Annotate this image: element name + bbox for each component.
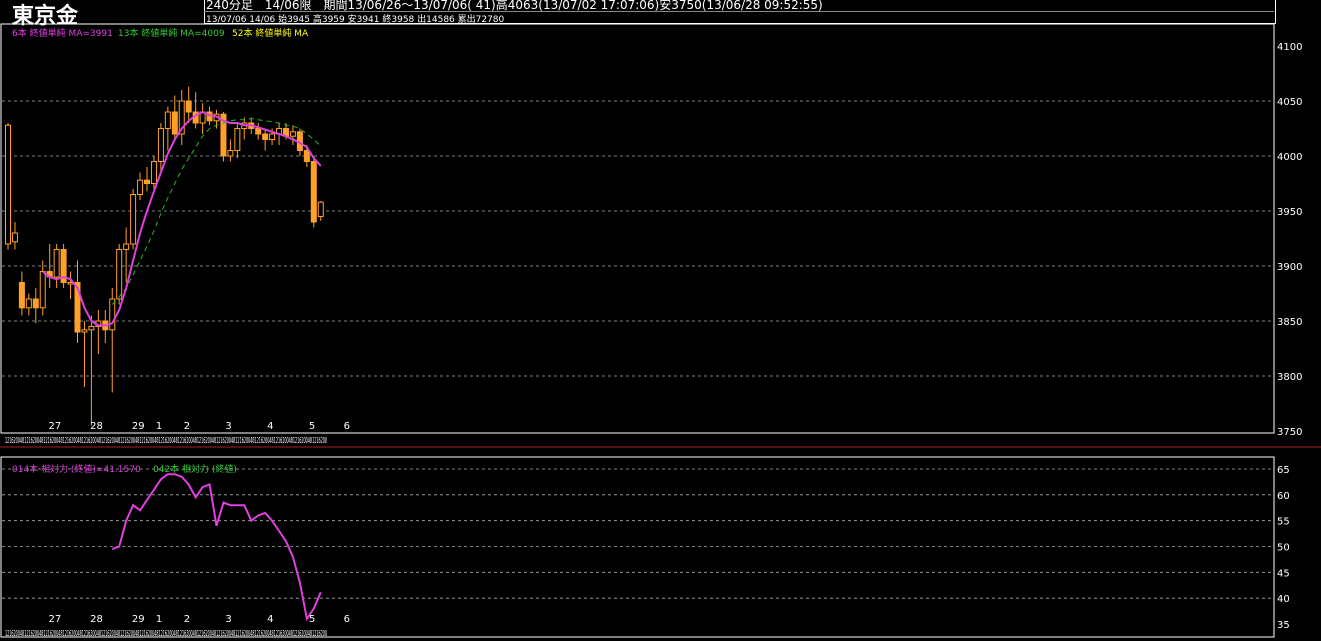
candle-body-down bbox=[262, 133, 269, 140]
main-legend-entry: 6本 終値単純 MA=3991 bbox=[12, 27, 113, 39]
price-panel-frame bbox=[0, 23, 1275, 434]
rsi-tick-label: 60 bbox=[1277, 491, 1290, 502]
price-day-label: 1 bbox=[156, 421, 162, 432]
rsi-hour-labels: 1216200481216200481216200481216200481216… bbox=[5, 629, 327, 638]
rsi-day-label: 29 bbox=[132, 614, 145, 625]
price-tick-label: 3850 bbox=[1277, 317, 1302, 328]
rsi-tick-label: 35 bbox=[1277, 620, 1290, 631]
price-day-label: 4 bbox=[267, 421, 273, 432]
rsi-day-label: 27 bbox=[48, 614, 61, 625]
sub-legend-entry: 014本 相対力 (終値)=41.1570 bbox=[12, 463, 141, 475]
candle-body-down bbox=[18, 282, 25, 309]
candle-body-up bbox=[234, 128, 241, 151]
candle-body-up bbox=[289, 131, 296, 137]
candle-body-down bbox=[144, 179, 150, 184]
candle-body-down bbox=[32, 298, 39, 309]
rsi-day-label: 1 bbox=[156, 614, 162, 625]
rsi-tick-label: 55 bbox=[1277, 517, 1290, 528]
price-tick-label: 3800 bbox=[1277, 372, 1302, 383]
ma13-line bbox=[111, 118, 322, 305]
price-day-label: 29 bbox=[132, 421, 145, 432]
candle-body-down bbox=[171, 111, 178, 135]
candle-body-up bbox=[39, 271, 46, 309]
price-hour-labels: 1216200481216200481216200481216200481216… bbox=[5, 436, 327, 445]
candle-body-down bbox=[310, 161, 317, 223]
sub-legend-entry: 042本 相対力 (終値) bbox=[153, 463, 237, 475]
candle-body-up bbox=[88, 326, 95, 331]
rsi-day-label: 6 bbox=[344, 614, 350, 625]
rsi-tick-label: 65 bbox=[1277, 465, 1290, 476]
chart-canvas: 375038003850390039504000405041006本 終値単純 … bbox=[0, 23, 1321, 638]
price-tick-label: 4100 bbox=[1277, 42, 1302, 53]
price-day-label: 2 bbox=[184, 421, 190, 432]
rsi-day-label: 2 bbox=[184, 614, 190, 625]
rsi-tick-label: 50 bbox=[1277, 543, 1290, 554]
candle-body-up bbox=[157, 128, 164, 162]
price-day-label: 28 bbox=[90, 421, 103, 432]
price-panel: 3750 3800 3850 3900 3950 4000 4050 4100 6本 終値単純 … bbox=[0, 23, 1321, 448]
candle-body-up bbox=[25, 298, 32, 309]
candle-body-up bbox=[116, 249, 123, 300]
price-tick-label: 3900 bbox=[1277, 262, 1302, 273]
price-day-label: 5 bbox=[309, 421, 315, 432]
candle-body-up bbox=[53, 249, 60, 278]
candle-body-up bbox=[123, 243, 130, 250]
rsi-day-label: 3 bbox=[225, 614, 231, 625]
candle-body-down bbox=[303, 150, 310, 162]
rsi-day-label: 28 bbox=[90, 614, 103, 625]
candle-body-up bbox=[109, 298, 116, 331]
rsi-tick-label: 45 bbox=[1277, 568, 1290, 579]
candle-body-up bbox=[269, 133, 276, 140]
candle-body-up bbox=[317, 201, 324, 217]
price-day-label: 3 bbox=[225, 421, 231, 432]
rsi-day-label: 4 bbox=[267, 614, 273, 625]
price-tick-label: 3750 bbox=[1277, 427, 1302, 438]
price-day-label: 27 bbox=[48, 421, 61, 432]
price-tick-label: 4000 bbox=[1277, 152, 1302, 163]
price-tick-label: 4050 bbox=[1277, 97, 1302, 108]
rsi-day-label: 5 bbox=[309, 614, 315, 625]
candle-body-up bbox=[81, 329, 88, 333]
candle-body-up bbox=[227, 150, 234, 157]
candle-body-up bbox=[11, 232, 18, 243]
rsi-tick-label: 40 bbox=[1277, 594, 1290, 605]
main-legend-entry: 13本 終値単純 MA=4009 bbox=[118, 27, 225, 39]
candle-body-down bbox=[185, 100, 192, 113]
candle-body-up bbox=[164, 111, 171, 129]
rsi14-line bbox=[111, 473, 322, 622]
rsi-panel: 35404550556065014本 相対力 (終値)=41.1570 042本 … bbox=[0, 456, 1290, 638]
candle-body-down bbox=[255, 128, 262, 135]
price-day-label: 6 bbox=[344, 421, 350, 432]
main-legend-entry: 52本 終値単純 MA bbox=[232, 27, 309, 39]
rsi-panel-frame bbox=[0, 456, 1275, 638]
candle-body-up bbox=[5, 124, 11, 245]
price-tick-label: 3950 bbox=[1277, 207, 1302, 218]
candle-body-up bbox=[137, 179, 144, 195]
candle-body-up bbox=[150, 161, 157, 184]
candle-body-up bbox=[130, 194, 137, 245]
